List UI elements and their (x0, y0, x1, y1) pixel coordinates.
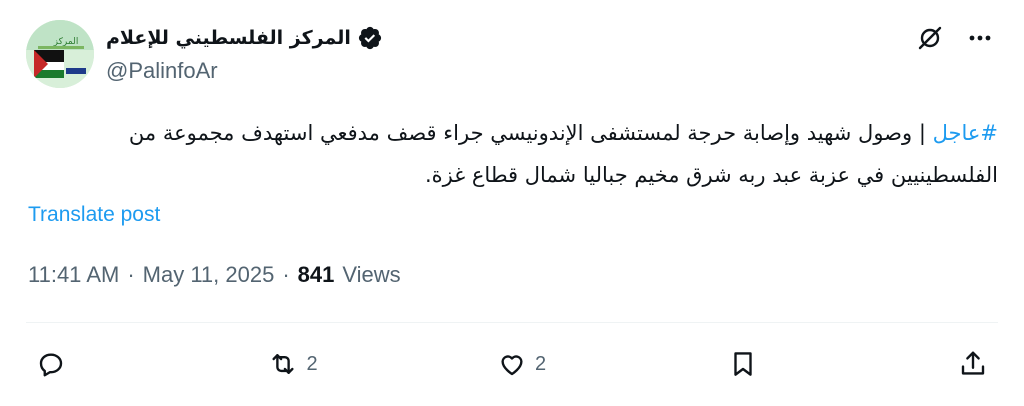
meta-separator-2: · (282, 262, 290, 287)
meta-separator: · (127, 262, 135, 287)
like-count: 2 (535, 352, 547, 375)
views-count: 841 (297, 262, 335, 287)
post-date[interactable]: May 11, 2025 (143, 262, 275, 288)
bookmark-icon (733, 352, 752, 376)
share-button[interactable] (958, 349, 988, 379)
like-button[interactable]: 2 (497, 349, 727, 379)
reply-icon (39, 353, 63, 377)
repost-count: 2 (306, 352, 318, 375)
top-actions (916, 24, 994, 52)
verified-badge-icon (357, 25, 383, 51)
divider (26, 322, 998, 323)
more-options-icon[interactable] (966, 24, 994, 52)
post-meta: 11:41 AM · May 11, 2025 · 841 Views (28, 262, 401, 288)
avatar[interactable]: المركز (26, 20, 94, 88)
palinfo-logo-icon: المركز (26, 20, 94, 88)
grok-icon[interactable] (916, 24, 944, 52)
action-bar: 2 2 (36, 346, 988, 382)
svg-text:المركز: المركز (53, 37, 79, 47)
translate-post-link[interactable]: Translate post (28, 203, 160, 227)
author-handle[interactable]: @PalinfoAr (106, 58, 218, 84)
reply-button[interactable] (36, 349, 266, 379)
repost-icon (271, 354, 294, 374)
hashtag-link[interactable]: #عاجل (933, 121, 998, 145)
author-name-row: المركز الفلسطيني للإعلام (106, 24, 383, 52)
post-text: #عاجل | وصول شهيد وإصابة حرجة لمستشفى ال… (28, 112, 998, 196)
heart-icon (501, 355, 523, 376)
author-display-name[interactable]: المركز الفلسطيني للإعلام (106, 27, 351, 49)
repost-button[interactable]: 2 (267, 349, 497, 379)
bookmark-button[interactable] (728, 349, 958, 379)
post-body: | وصول شهيد وإصابة حرجة لمستشفى الإندوني… (128, 121, 998, 187)
share-icon (961, 351, 985, 375)
views-label: Views (342, 262, 401, 287)
post-time[interactable]: 11:41 AM (28, 262, 119, 288)
